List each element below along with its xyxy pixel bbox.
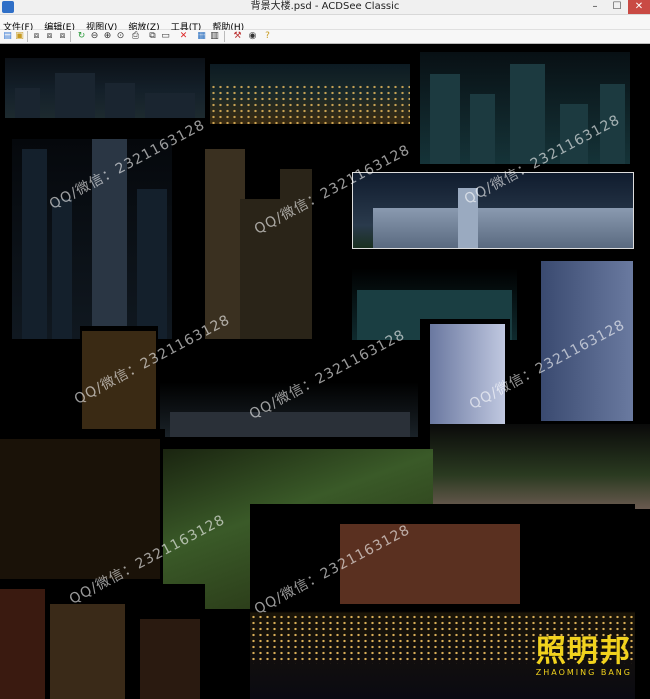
save-icon[interactable]: ▣ <box>14 31 25 42</box>
zoom-in-icon[interactable]: ⊕ <box>102 31 113 42</box>
logo-name: 照明邦 <box>535 634 632 669</box>
close-icon: ✕ <box>634 1 644 12</box>
downtown-towers-image <box>12 139 172 339</box>
maximize-button[interactable]: ☐ <box>606 0 628 14</box>
tools-icon[interactable]: ⚒ <box>232 31 243 42</box>
office-towers-image <box>200 144 315 339</box>
eye-icon[interactable]: ◉ <box>247 31 258 42</box>
first-icon[interactable]: ⧈ <box>31 31 42 42</box>
delete-icon[interactable]: ✕ <box>178 31 189 42</box>
open-icon[interactable]: ▤ <box>2 31 13 42</box>
print-icon[interactable]: ⎙ <box>130 31 141 42</box>
window-title: 背景大楼.psd - ACDSee Classic <box>250 1 400 12</box>
harbor-image-top <box>210 64 410 124</box>
maximize-icon: ☐ <box>612 1 622 12</box>
toolbar-separator <box>224 31 225 42</box>
slideshow-icon[interactable]: ▦ <box>196 31 207 42</box>
bottom-towers-image <box>0 584 205 699</box>
copy-icon[interactable]: ⧉ <box>147 31 158 42</box>
zoom-fit-icon[interactable]: ⊙ <box>115 31 126 42</box>
zoom-out-icon[interactable]: ⊖ <box>89 31 100 42</box>
next-icon[interactable]: ⧈ <box>57 31 68 42</box>
toolbar-separator <box>70 31 71 42</box>
menu-bar: 文件(F) 编辑(E) 视图(V) 缩放(Z) 工具(T) 帮助(H) <box>0 15 650 33</box>
help-icon[interactable]: ? <box>262 31 273 42</box>
properties-icon[interactable]: ▥ <box>209 31 220 42</box>
teal-skyline-image <box>420 52 630 164</box>
close-button[interactable]: ✕ <box>628 0 650 14</box>
logo-subtitle: ZHAOMING BANG <box>535 668 632 677</box>
toolbar-separator <box>27 31 28 42</box>
hotel-building-image <box>420 319 510 434</box>
image-canvas[interactable]: QQ/微信：2321163128 QQ/微信：2321163128 QQ/微信：… <box>0 44 650 699</box>
skyline-image-top-left <box>5 58 205 118</box>
prev-icon[interactable]: ⧈ <box>44 31 55 42</box>
minimize-button[interactable]: – <box>584 0 606 14</box>
title-bar: 背景大楼.psd - ACDSee Classic – ☐ ✕ <box>0 0 650 15</box>
trees-street-image <box>430 424 650 509</box>
paste-icon[interactable]: ▭ <box>160 31 171 42</box>
minimize-icon: – <box>592 1 598 12</box>
zhaomingbang-logo: 照明邦 ZHAOMING BANG <box>535 634 632 678</box>
toolbar: ▤ ▣ ⧈ ⧈ ⧈ ↻ ⊖ ⊕ ⊙ ⎙ ⧉ ▭ ✕ ▦ ▥ ⚒ ◉ ? <box>0 30 650 44</box>
rotate-icon[interactable]: ↻ <box>76 31 87 42</box>
